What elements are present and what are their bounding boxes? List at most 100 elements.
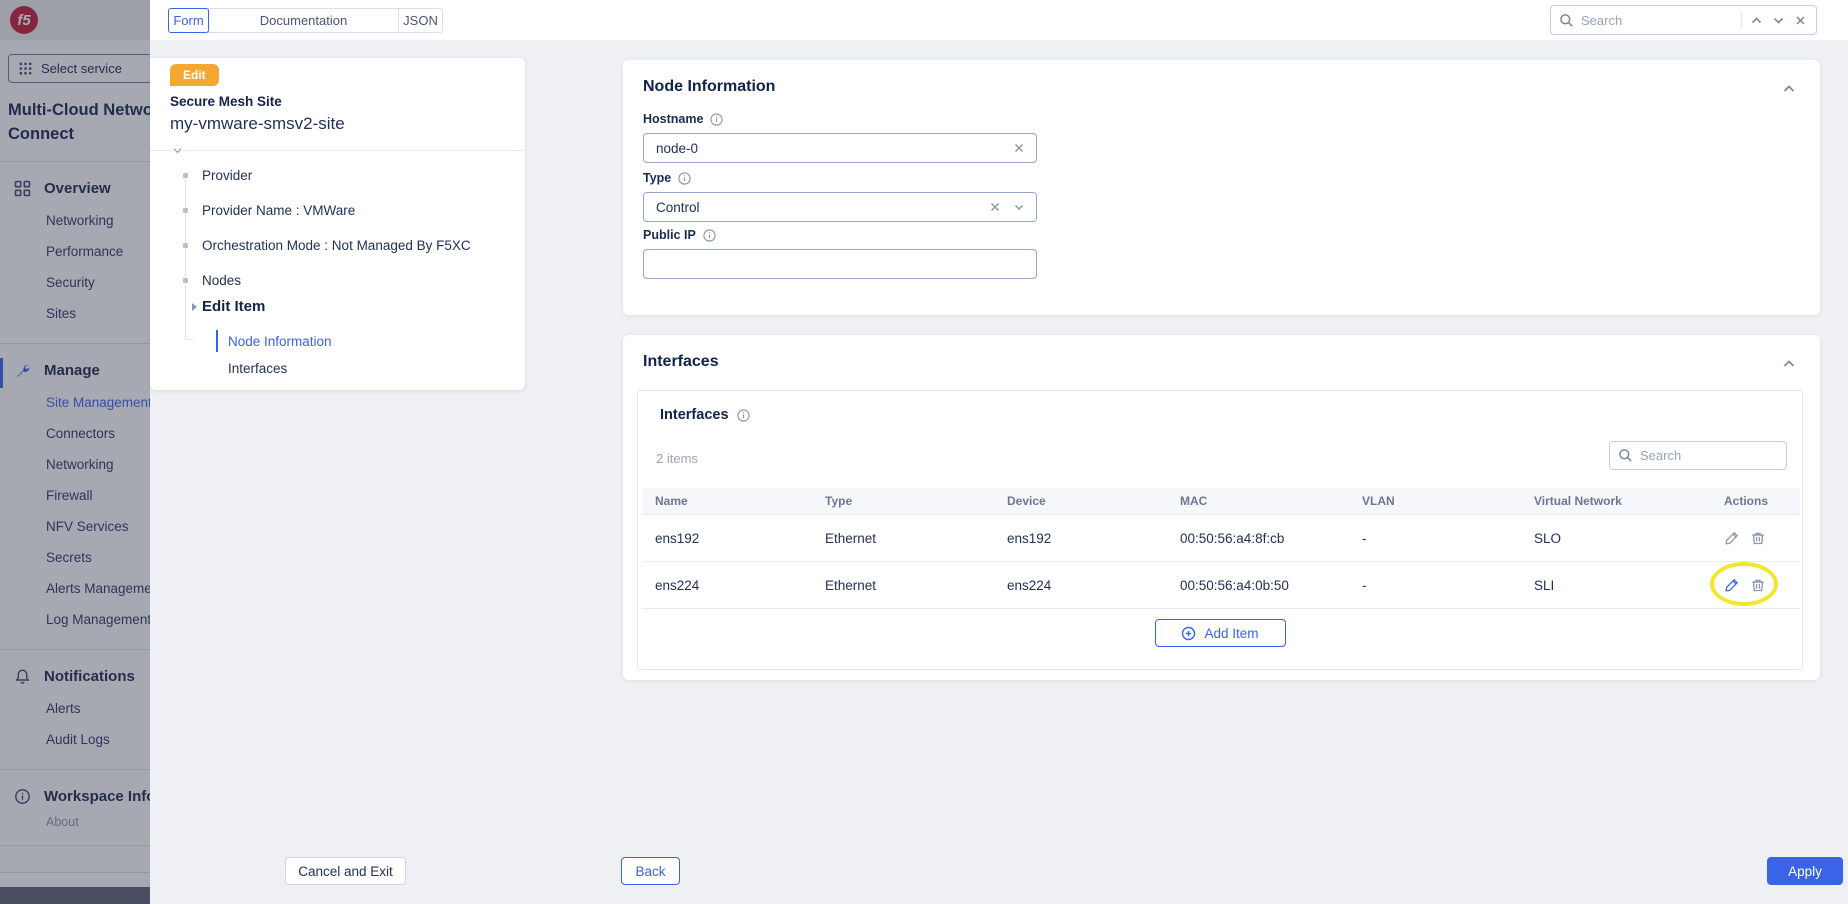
add-item-label: Add Item	[1204, 626, 1258, 641]
step-provider-name[interactable]: Provider Name : VMWare	[150, 193, 525, 228]
divider	[1741, 12, 1742, 28]
type-field: Type Control	[643, 171, 1037, 222]
hostname-input[interactable]	[644, 141, 1012, 156]
tab-documentation[interactable]: Documentation	[208, 8, 399, 33]
step-nodes[interactable]: Nodes	[150, 263, 525, 298]
collapse-caret-icon[interactable]	[172, 145, 183, 156]
clear-icon[interactable]	[988, 200, 1002, 214]
search-icon	[1559, 13, 1574, 28]
cell-mac: 00:50:56:a4:0b:50	[1167, 562, 1349, 609]
edit-row-icon[interactable]	[1724, 577, 1740, 593]
section-title: Node Information	[643, 78, 775, 96]
type-select[interactable]: Control	[643, 192, 1037, 222]
step-label: Provider Name : VMWare	[202, 203, 355, 218]
col-vlan: VLAN	[1349, 488, 1521, 515]
delete-row-icon[interactable]	[1750, 577, 1766, 593]
divider	[150, 150, 525, 151]
chevron-down-icon[interactable]	[1012, 200, 1026, 214]
cancel-and-exit-button[interactable]: Cancel and Exit	[285, 857, 406, 885]
chevron-down-icon[interactable]	[1771, 13, 1786, 28]
public-ip-label: Public IP	[643, 228, 696, 242]
collapse-section-icon[interactable]	[1782, 82, 1796, 96]
cell-type: Ethernet	[812, 515, 994, 562]
interfaces-table: Name Type Device MAC VLAN Virtual Networ…	[642, 488, 1800, 609]
interfaces-card: Interfaces Interfaces 2 items	[623, 335, 1820, 680]
search-icon	[1618, 448, 1633, 463]
add-item-button[interactable]: Add Item	[1155, 619, 1286, 647]
public-ip-field: Public IP	[643, 228, 1037, 279]
step-provider[interactable]: Provider	[150, 158, 525, 193]
edit-badge: Edit	[170, 64, 219, 86]
sidebar: f5 Select service Multi-Cloud Network Co…	[0, 0, 150, 904]
type-select-value: Control	[644, 200, 988, 215]
interfaces-list-box: Interfaces 2 items	[637, 390, 1803, 670]
info-icon[interactable]	[737, 409, 750, 422]
view-tabs: Form Documentation JSON	[168, 8, 443, 33]
section-link-node-information[interactable]: Node Information	[216, 330, 416, 352]
cell-vlan: -	[1349, 515, 1521, 562]
edit-row-icon[interactable]	[1724, 530, 1740, 546]
step-bullet	[183, 173, 188, 178]
col-actions: Actions	[1711, 488, 1800, 515]
type-label: Type	[643, 171, 671, 185]
hostname-label: Hostname	[643, 112, 703, 126]
table-header-row: Name Type Device MAC VLAN Virtual Networ…	[642, 488, 1800, 515]
main-area: Form Documentation JSON	[150, 0, 1848, 904]
close-icon[interactable]	[1793, 13, 1808, 28]
object-type-label: Secure Mesh Site	[170, 94, 282, 109]
col-name: Name	[642, 488, 812, 515]
cell-name: ens224	[642, 562, 812, 609]
form-content: Edit Secure Mesh Site my-vmware-smsv2-si…	[150, 40, 1848, 904]
col-mac: MAC	[1167, 488, 1349, 515]
collapse-section-icon[interactable]	[1782, 357, 1796, 371]
table-row: ens224 Ethernet ens224 00:50:56:a4:0b:50…	[642, 562, 1800, 609]
info-icon[interactable]	[710, 113, 723, 126]
step-label: Orchestration Mode : Not Managed By F5XC	[202, 238, 471, 253]
cell-device: ens192	[994, 515, 1167, 562]
edit-navigator-panel: Edit Secure Mesh Site my-vmware-smsv2-si…	[150, 58, 525, 390]
tab-json[interactable]: JSON	[398, 8, 443, 33]
table-search-input[interactable]	[1640, 448, 1778, 463]
col-type: Type	[812, 488, 994, 515]
cell-device: ens224	[994, 562, 1167, 609]
form-steps: Provider Provider Name : VMWare Orchestr…	[150, 158, 525, 298]
app-root: f5 Select service Multi-Cloud Network Co…	[0, 0, 1848, 904]
back-button[interactable]: Back	[621, 857, 680, 885]
cell-type: Ethernet	[812, 562, 994, 609]
section-link-interfaces[interactable]: Interfaces	[216, 357, 416, 379]
node-information-card: Node Information Hostname	[623, 60, 1820, 315]
table-row: ens192 Ethernet ens192 00:50:56:a4:8f:cb…	[642, 515, 1800, 562]
step-label: Provider	[202, 168, 252, 183]
step-bullet	[183, 278, 188, 283]
step-bullet	[183, 208, 188, 213]
form-topbar: Form Documentation JSON	[150, 0, 1848, 40]
interfaces-list-title: Interfaces	[660, 407, 750, 423]
clear-icon[interactable]	[1012, 141, 1026, 155]
step-orchestration-mode[interactable]: Orchestration Mode : Not Managed By F5XC	[150, 228, 525, 263]
object-name: my-vmware-smsv2-site	[170, 114, 345, 134]
find-widget	[1550, 5, 1817, 35]
info-icon[interactable]	[678, 172, 691, 185]
step-bullet	[183, 243, 188, 248]
modal-dim-overlay	[0, 0, 150, 904]
interfaces-list-title-text: Interfaces	[660, 407, 729, 423]
info-icon[interactable]	[703, 229, 716, 242]
cell-name: ens192	[642, 515, 812, 562]
chevron-up-icon[interactable]	[1749, 13, 1764, 28]
hostname-field: Hostname	[643, 112, 1037, 163]
add-item-row: Add Item	[638, 619, 1802, 647]
cell-virtual-network: SLI	[1521, 562, 1711, 609]
public-ip-input[interactable]	[644, 257, 1036, 272]
apply-button[interactable]: Apply	[1767, 857, 1843, 885]
step-label: Edit Item	[202, 298, 265, 315]
col-device: Device	[994, 488, 1167, 515]
items-count: 2 items	[656, 451, 698, 466]
step-edit-item[interactable]: Edit Item	[202, 298, 265, 315]
section-title: Interfaces	[643, 353, 719, 371]
col-virtual-network: Virtual Network	[1521, 488, 1711, 515]
delete-row-icon[interactable]	[1750, 530, 1766, 546]
cell-mac: 00:50:56:a4:8f:cb	[1167, 515, 1349, 562]
find-input[interactable]	[1581, 13, 1734, 28]
step-connector-elbow	[185, 334, 193, 340]
tab-form[interactable]: Form	[168, 8, 209, 33]
